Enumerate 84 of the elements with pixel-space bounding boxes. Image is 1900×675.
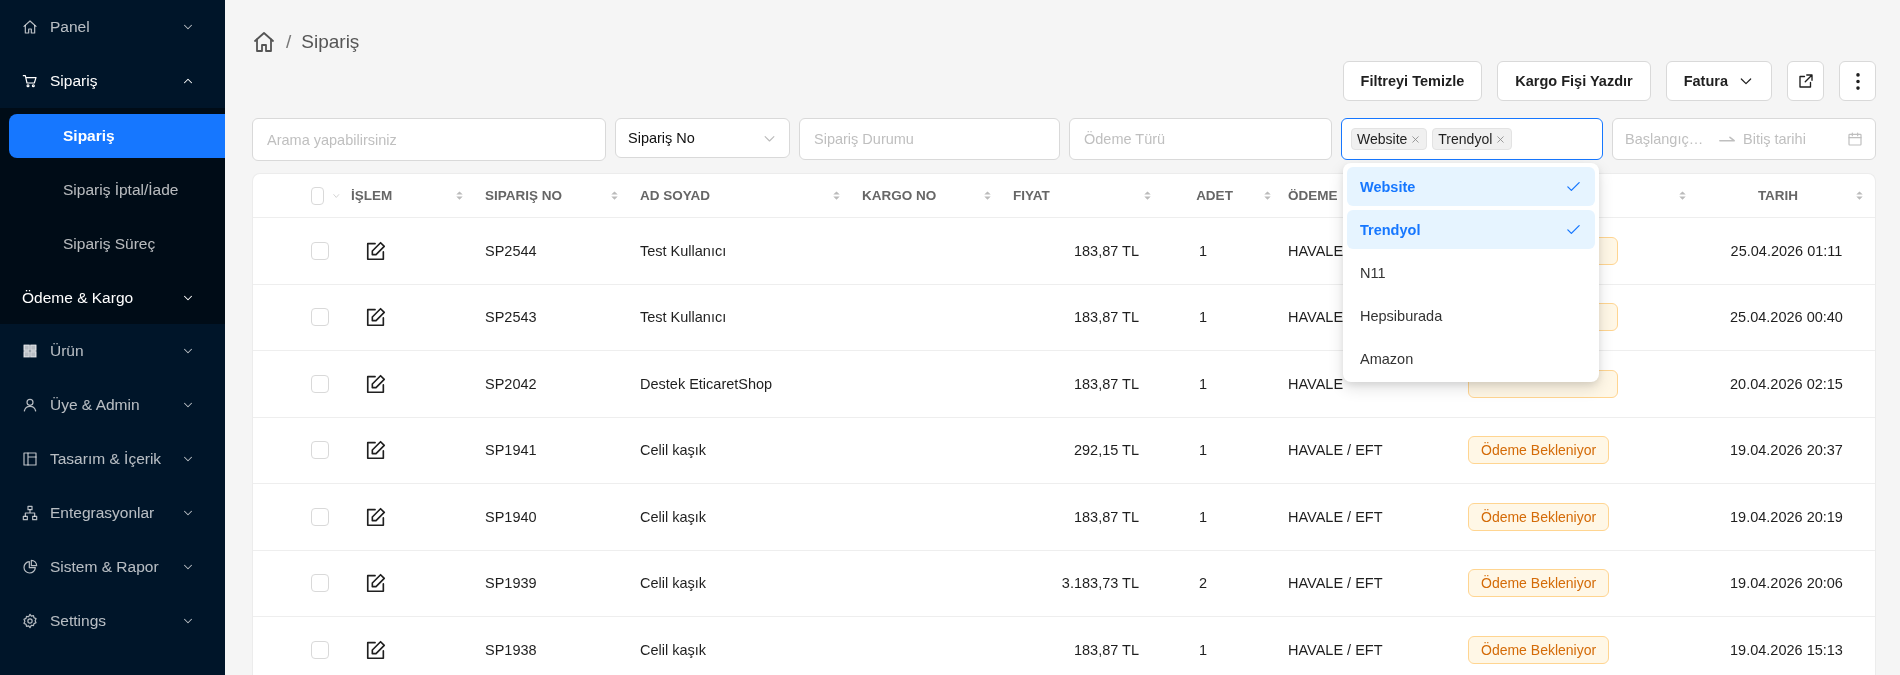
table-cell: Test Kullanıcı xyxy=(640,242,727,259)
table-cell: SP1940 xyxy=(485,508,537,525)
table-cell: 19.04.2026 20:06 xyxy=(1730,575,1843,592)
table-cell: Test Kullanıcı xyxy=(640,309,727,326)
search-field[interactable]: Arama yapabilirsiniz xyxy=(252,118,606,161)
status-badge: Ödeme Bekleniyor xyxy=(1468,502,1610,531)
table-cell: 1 xyxy=(1198,375,1208,392)
sidebar-item[interactable]: Üye & Admin xyxy=(0,378,225,432)
dropdown-option[interactable]: N11 xyxy=(1347,253,1595,292)
table-cell: HAVALE / EFT xyxy=(1288,575,1383,592)
column-header: KARGO NO xyxy=(862,188,937,203)
table-cell: SP1941 xyxy=(485,442,537,459)
table-cell: 183,87 TL xyxy=(1073,375,1139,392)
table-cell: HAVALE xyxy=(1288,309,1344,326)
select-field[interactable]: Sipariş No xyxy=(615,118,790,158)
table-cell: 2 xyxy=(1198,575,1208,592)
column-header: ÖDEME xyxy=(1288,188,1338,203)
table-cell: 19.04.2026 20:19 xyxy=(1730,508,1843,525)
sidebar-item[interactable]: Settings xyxy=(0,594,225,648)
status-badge: Ödeme Bekleniyor xyxy=(1468,569,1610,598)
table-cell: 3.183,73 TL xyxy=(1061,575,1139,592)
dropdown-button[interactable]: Fatura xyxy=(1665,61,1772,101)
table-cell: 19.04.2026 20:37 xyxy=(1730,442,1843,459)
column-header: AD SOYAD xyxy=(640,188,711,203)
toolbar-button[interactable]: Filtreyi Temizle xyxy=(1342,61,1483,101)
column-header: FIYAT xyxy=(1013,188,1050,203)
toolbar-button[interactable]: Kargo Fişi Yazdır xyxy=(1497,61,1651,101)
table-cell: 19.04.2026 15:13 xyxy=(1730,641,1843,658)
table-cell: SP2544 xyxy=(485,242,537,259)
input-field[interactable]: Sipariş Durumu xyxy=(799,118,1060,160)
submenu-group[interactable]: Ödeme & Kargo xyxy=(0,276,225,324)
table-cell: Celil kaşık xyxy=(640,641,707,658)
table-cell: Celil kaşık xyxy=(640,575,707,592)
table-cell: 25.04.2026 00:40 xyxy=(1730,309,1843,326)
submenu-item[interactable]: Sipariş Süreç xyxy=(9,222,225,266)
table-cell: SP2543 xyxy=(485,309,537,326)
table-cell: SP1939 xyxy=(485,575,537,592)
table-cell: HAVALE xyxy=(1288,375,1344,392)
table-cell: 292,15 TL xyxy=(1073,442,1139,459)
dropdown-option[interactable]: Trendyol xyxy=(1347,210,1595,249)
tag[interactable]: Website xyxy=(1351,128,1428,150)
status-badge: Ödeme Bekleniyor xyxy=(1468,635,1610,664)
sidebar-item[interactable]: Entegrasyonlar xyxy=(0,486,225,540)
table-cell: 1 xyxy=(1198,309,1208,326)
table-cell: 20.04.2026 02:15 xyxy=(1730,375,1843,392)
dropdown-option[interactable]: Website xyxy=(1347,167,1595,206)
table-cell: Celil kaşık xyxy=(640,442,707,459)
sidebar-item[interactable]: Tasarım & İçerik xyxy=(0,432,225,486)
table-cell: HAVALE / EFT xyxy=(1288,442,1383,459)
input-field[interactable]: Ödeme Türü xyxy=(1069,118,1332,160)
table-cell: Celil kaşık xyxy=(640,508,707,525)
table-cell: 1 xyxy=(1198,641,1208,658)
sidebar-item[interactable]: Ürün xyxy=(0,324,225,378)
table-cell: HAVALE xyxy=(1288,242,1344,259)
sidebar-item[interactable]: Sipariş xyxy=(0,54,225,108)
tag[interactable]: Trendyol xyxy=(1432,128,1513,150)
multi-select-field[interactable]: Website Trendyol xyxy=(1341,118,1603,160)
breadcrumb-separator: / xyxy=(286,31,292,53)
date-range-field[interactable]: Başlangıç… Bitiş tarihi xyxy=(1612,118,1876,160)
submenu-item[interactable]: Sipariş İptal/İade xyxy=(9,168,225,212)
submenu-item[interactable]: Sipariş xyxy=(9,114,225,158)
table-cell: Destek EticaretShop xyxy=(640,375,773,392)
status-badge: Ödeme Bekleniyor xyxy=(1468,436,1610,465)
table-cell: 1 xyxy=(1198,442,1208,459)
table-cell: 183,87 TL xyxy=(1073,242,1139,259)
dropdown-option[interactable]: Amazon xyxy=(1347,339,1595,378)
table-cell: 183,87 TL xyxy=(1073,508,1139,525)
table-cell: 1 xyxy=(1198,508,1208,525)
table-cell: 183,87 TL xyxy=(1073,641,1139,658)
table-cell: 1 xyxy=(1198,242,1208,259)
column-header: İŞLEM xyxy=(351,188,393,203)
breadcrumb-current: Sipariş xyxy=(301,31,360,53)
table-cell: SP2042 xyxy=(485,375,537,392)
dropdown-option[interactable]: Hepsiburada xyxy=(1347,296,1595,335)
table-cell: 25.04.2026 01:11 xyxy=(1730,242,1843,259)
table-cell: 183,87 TL xyxy=(1073,309,1139,326)
table-cell: SP1938 xyxy=(485,641,537,658)
sidebar-item[interactable]: Panel xyxy=(0,0,225,54)
sidebar-item[interactable]: Sistem & Rapor xyxy=(0,540,225,594)
table-cell: HAVALE / EFT xyxy=(1288,508,1383,525)
table-cell: HAVALE / EFT xyxy=(1288,641,1383,658)
column-header: SIPARIŞ NO xyxy=(485,188,562,203)
column-header: TARIH xyxy=(1757,188,1799,203)
column-header: ADET xyxy=(1196,188,1233,203)
